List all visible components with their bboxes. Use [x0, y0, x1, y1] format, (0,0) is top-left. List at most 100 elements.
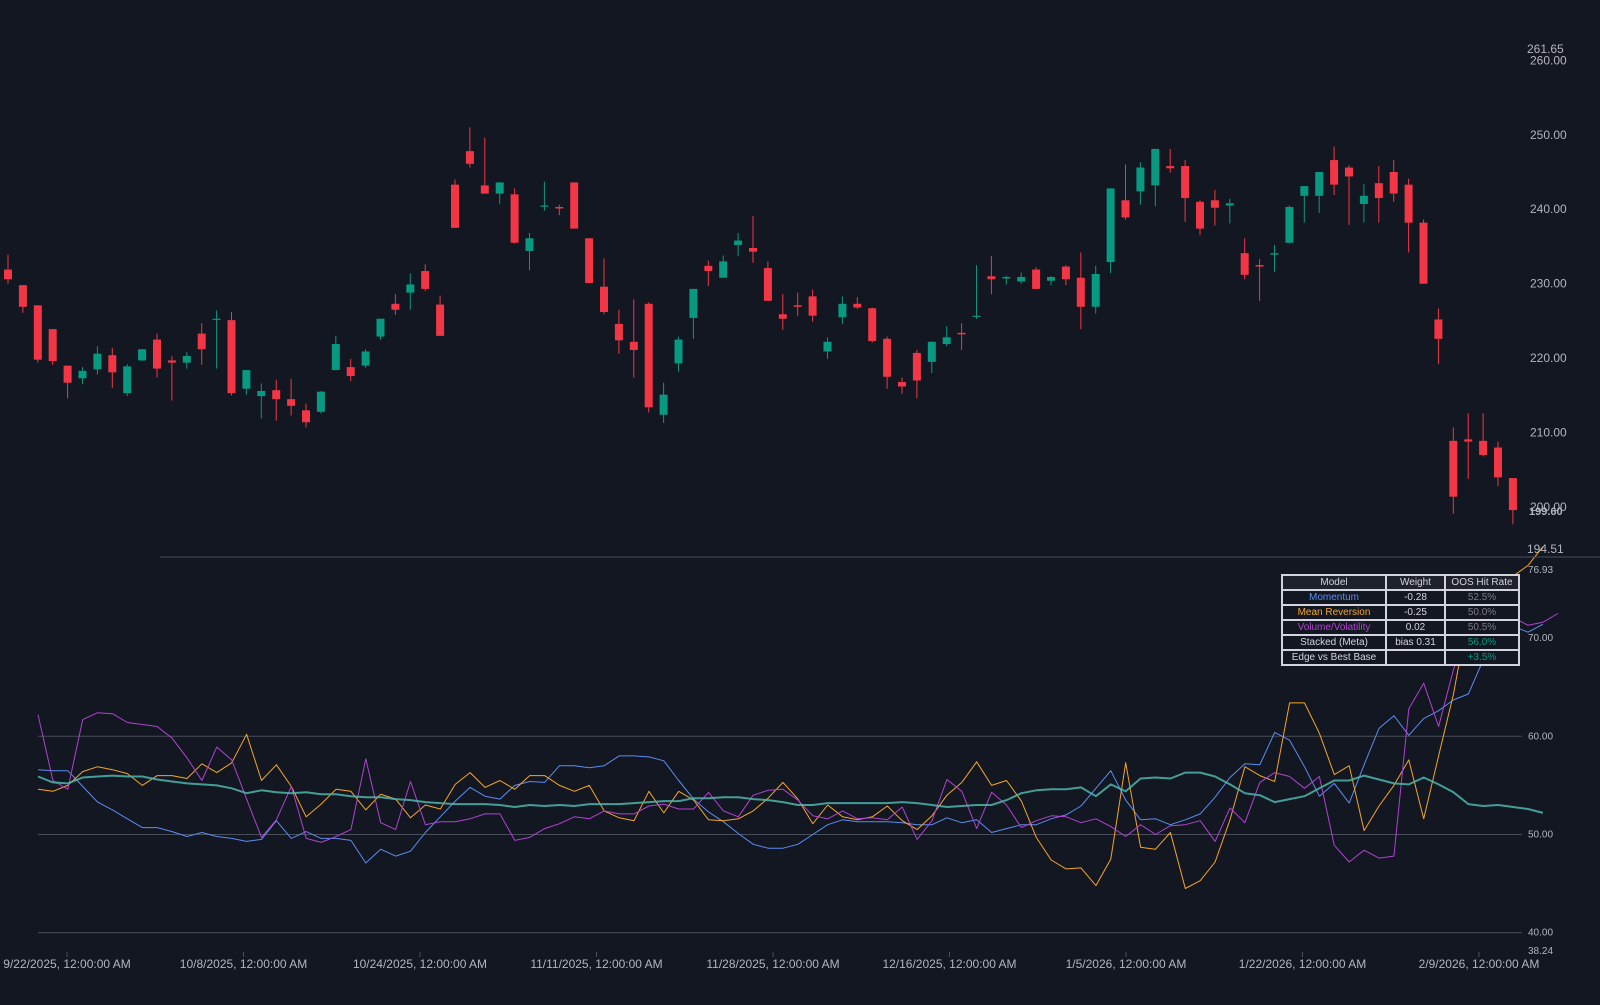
candle — [1196, 200, 1204, 236]
candle — [1255, 259, 1264, 301]
model-name-cell: Momentum — [1281, 589, 1387, 606]
candle-body — [1359, 195, 1368, 205]
candle-body — [316, 391, 325, 412]
candle — [689, 288, 698, 339]
candle — [1494, 441, 1502, 487]
weight-cell: bias 0.31 — [1385, 634, 1446, 651]
table-header-row: Model Weight OOS Hit Rate — [1281, 574, 1520, 591]
candle-body — [585, 238, 594, 283]
candle-body — [63, 365, 72, 383]
candle-body — [1464, 439, 1473, 442]
candle — [406, 273, 415, 310]
candle — [63, 365, 72, 399]
candle-body — [1315, 171, 1324, 196]
candle — [600, 258, 608, 315]
candle-body — [1389, 171, 1398, 194]
candle — [302, 403, 310, 428]
candle-body — [1106, 188, 1115, 263]
time-tick-label: 2/9/2026, 12:00:00 AM — [1419, 957, 1540, 971]
candle — [1434, 308, 1443, 365]
candle-body — [257, 390, 266, 397]
candle-body — [480, 185, 489, 194]
candle — [927, 341, 936, 374]
model-name-cell: Edge vs Best Base — [1281, 649, 1387, 666]
candle — [138, 349, 147, 362]
candle — [1002, 275, 1011, 285]
chart-area[interactable]: 261.65 194.51 199.60 260.00 250.00 240.00 2… — [0, 0, 1600, 1000]
time-tick-label: 9/22/2025, 12:00:00 AM — [3, 957, 130, 971]
candle — [793, 292, 802, 316]
header-weight: Weight — [1385, 574, 1446, 591]
time-tick-label: 1/5/2026, 12:00:00 AM — [1066, 957, 1187, 971]
candle — [361, 349, 370, 368]
candle-body — [182, 355, 191, 363]
candle — [1061, 265, 1070, 286]
candle-body — [1151, 148, 1160, 186]
candle-body — [1210, 200, 1219, 208]
candle-body — [689, 288, 698, 318]
price-range-low-label: 194.51 — [1527, 542, 1564, 556]
candle — [167, 355, 176, 401]
chart-svg[interactable]: 261.65 194.51 199.60 260.00250.00240.002… — [0, 0, 1600, 1000]
candle — [480, 137, 489, 194]
candle-body — [1181, 166, 1190, 199]
candle-body — [749, 247, 757, 252]
candle — [1091, 265, 1100, 314]
header-oos-hit-rate: OOS Hit Rate — [1444, 574, 1520, 591]
candle — [555, 204, 564, 216]
candle-body — [1508, 478, 1517, 511]
candle — [153, 333, 161, 378]
candle — [1136, 162, 1145, 205]
candle — [734, 233, 743, 257]
candle-body — [808, 296, 817, 316]
candle — [778, 294, 787, 330]
candle — [495, 182, 504, 205]
candle — [883, 336, 892, 389]
candle-body — [719, 261, 728, 278]
time-tick-label: 10/8/2025, 12:00:00 AM — [180, 957, 307, 971]
candle-body — [302, 410, 310, 423]
candle — [1479, 413, 1488, 457]
time-tick-label: 1/22/2026, 12:00:00 AM — [1239, 957, 1366, 971]
oos-cell: 52.5% — [1444, 589, 1520, 606]
candle — [585, 238, 594, 283]
oos-cell: +3.5% — [1444, 649, 1520, 666]
candle — [48, 329, 57, 365]
candle — [808, 289, 817, 322]
time-axis[interactable]: 9/22/2025, 12:00:00 AM 10/8/2025, 12:00:0… — [3, 952, 1539, 971]
candle-body — [93, 353, 102, 370]
time-tick-label: 11/11/2025, 12:00:00 AM — [530, 957, 662, 971]
candle — [1106, 188, 1115, 274]
price-tick-label: 210.00 — [1530, 426, 1567, 440]
candle-body — [629, 341, 638, 350]
candle-body — [1374, 183, 1383, 199]
candle — [93, 346, 102, 375]
candle-body — [1419, 222, 1428, 284]
candle-body — [674, 339, 683, 364]
candle — [1240, 238, 1249, 280]
candle — [4, 254, 12, 284]
candle — [525, 233, 534, 271]
oos-cell: 50.5% — [1444, 619, 1520, 636]
candle — [644, 302, 653, 413]
weight-cell: 0.02 — [1385, 619, 1446, 636]
candle — [287, 379, 296, 416]
candle-body — [704, 265, 713, 272]
candle-body — [1032, 269, 1041, 289]
candle-body — [1449, 440, 1458, 497]
candle — [1121, 164, 1130, 220]
candle — [465, 127, 474, 168]
table-row-stacked-meta: Stacked (Meta) bias 0.31 56.0% — [1281, 634, 1520, 651]
price-tick-label: 260.00 — [1530, 53, 1567, 67]
candle — [1404, 178, 1413, 253]
oscillator-axis[interactable]: 76.93 38.24 70.00 60.00 50.00 40.00 — [1528, 565, 1553, 957]
candle — [1151, 148, 1160, 207]
model-name-cell: Stacked (Meta) — [1281, 634, 1387, 651]
candle-body — [883, 338, 892, 377]
price-axis[interactable]: 261.65 194.51 199.60 260.00250.00240.002… — [1527, 42, 1567, 556]
time-tick-label: 11/28/2025, 12:00:00 AM — [706, 957, 839, 971]
osc-tick-label: 60.00 — [1528, 731, 1553, 742]
candle — [197, 323, 206, 365]
candle-body — [600, 286, 608, 313]
candle-body — [957, 332, 966, 335]
